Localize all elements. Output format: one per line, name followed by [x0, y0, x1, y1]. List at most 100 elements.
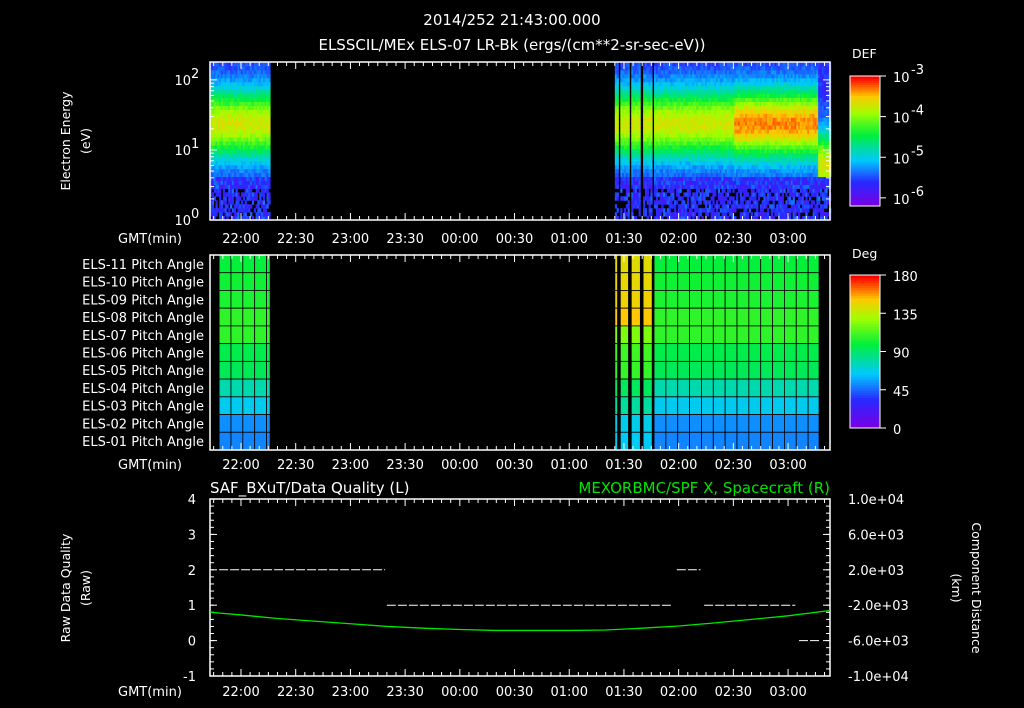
spectrogram-cell: [268, 125, 271, 130]
spectrogram-cell: [752, 188, 755, 193]
spectrogram-cell: [708, 200, 711, 205]
spectrogram-cell: [219, 192, 222, 197]
spectrogram-cell: [268, 109, 271, 114]
spectrogram-cell: [627, 65, 630, 71]
spectrogram-cell: [650, 137, 653, 142]
spectrogram-cell: [631, 212, 634, 217]
spectrogram-cell: [694, 212, 697, 217]
spectrogram-cell: [675, 200, 679, 205]
spectrogram-cell: [767, 208, 770, 213]
spectrogram-cell: [756, 204, 759, 209]
spectrogram-cell: [215, 200, 218, 205]
spectrogram-cell: [688, 188, 691, 193]
quality-axis-unit: (Raw): [78, 570, 93, 606]
spectrogram-cell: [627, 172, 630, 178]
spectrogram-cell: [788, 196, 792, 201]
def-colorbar-title: DEF: [852, 46, 877, 61]
spectrogram-cell: [268, 176, 271, 181]
spectrogram-cell: [699, 200, 702, 205]
spectrogram-cell: [743, 196, 746, 201]
spectrogram-cell: [268, 81, 271, 87]
spectrogram-cell: [644, 208, 648, 213]
distance-axis-title: Component Distance: [969, 522, 984, 654]
spectrogram-cell: [690, 208, 693, 213]
spectrogram-cell: [627, 180, 630, 185]
spectrogram-cell: [723, 188, 726, 193]
spectrogram-cell: [650, 69, 653, 75]
spectrogram-cell: [655, 204, 659, 209]
spectrogram-cell: [650, 208, 653, 213]
spectrogram-cell: [650, 129, 653, 134]
spectrogram-cell: [222, 188, 225, 193]
spectrogram-cell: [701, 188, 704, 193]
energy-spectrogram: [210, 62, 832, 221]
spectrogram-cell: [627, 105, 630, 110]
spectrogram-cell: [783, 188, 786, 193]
spectrogram-cell: [638, 81, 641, 87]
spectrogram-cell: [725, 196, 728, 201]
spectrogram-cell: [627, 121, 630, 126]
spectrogram-cell: [765, 204, 768, 209]
quality-axis-title: Raw Data Quality: [58, 533, 73, 642]
spectrogram-cell: [663, 208, 666, 213]
spectrogram-cell: [268, 85, 271, 91]
spectrogram-cell: [798, 192, 801, 197]
spectrogram-cell: [638, 109, 641, 114]
spectrogram-cell: [211, 200, 215, 205]
spectrogram-cell: [631, 208, 634, 213]
spectrogram-cell: [767, 200, 770, 205]
spectrogram-cell: [638, 65, 641, 71]
spectrogram-cell: [266, 188, 269, 193]
spectrogram-cell: [257, 188, 260, 193]
spectrogram-cell: [230, 204, 233, 209]
spectrogram-cell: [770, 212, 773, 217]
spectrogram-cell: [638, 89, 641, 95]
spectrogram-cell: [250, 212, 253, 217]
spectrogram-cell: [627, 168, 630, 174]
spectrogram-cell: [616, 121, 619, 126]
spectrogram-cell: [268, 69, 271, 75]
spectrogram-cell: [616, 160, 619, 166]
spectrogram-cell: [650, 85, 653, 91]
spectrogram-cell: [650, 121, 653, 126]
spectrogram-cell: [714, 188, 717, 193]
spectrogram-cell: [717, 204, 721, 209]
spectrogram-cell: [650, 65, 653, 71]
spectrogram-cell: [224, 196, 227, 201]
spectrogram-cell: [235, 188, 238, 193]
spectrogram-cell: [650, 160, 653, 166]
distance-axis-unit: (km): [949, 573, 964, 602]
spectrogram-cell: [251, 200, 255, 205]
spectrogram-cell: [257, 204, 260, 209]
spectrogram-cell: [763, 192, 766, 197]
spectrogram-cell: [638, 113, 641, 118]
spectrogram-cell: [627, 133, 630, 138]
spectrogram-cell: [728, 188, 732, 193]
spectrogram-cell: [268, 137, 271, 142]
spectrogram-cell: [616, 133, 619, 138]
spectrogram-cell: [739, 192, 742, 197]
spectrogram-cell: [638, 188, 641, 193]
spectrogram-cell: [655, 188, 659, 193]
spectrogram-cell: [668, 208, 671, 213]
spectrogram-cell: [268, 89, 271, 95]
spectrogram-cell: [627, 81, 630, 87]
spectrogram-cell: [250, 188, 253, 193]
spectrogram-cell: [627, 176, 630, 181]
spectrogram-cell: [211, 192, 215, 197]
spectrogram-cell: [259, 208, 262, 213]
spectrogram-cell: [723, 200, 726, 205]
spectrogram-cell: [650, 105, 653, 110]
spectrogram-cell: [705, 204, 708, 209]
spectrogram-cell: [614, 204, 618, 209]
spectrogram-cell: [219, 188, 222, 193]
spectrogram-cell: [242, 196, 246, 201]
spectrogram-cell: [627, 137, 630, 142]
spectrogram-cell: [231, 188, 235, 193]
spectrogram-cell: [650, 200, 653, 205]
spectrogram-cell: [748, 200, 752, 205]
spectrogram-cell: [627, 192, 630, 197]
spectrogram-cell: [781, 192, 784, 197]
spectrogram-cell: [268, 168, 271, 174]
spectrogram-cell: [650, 152, 653, 158]
